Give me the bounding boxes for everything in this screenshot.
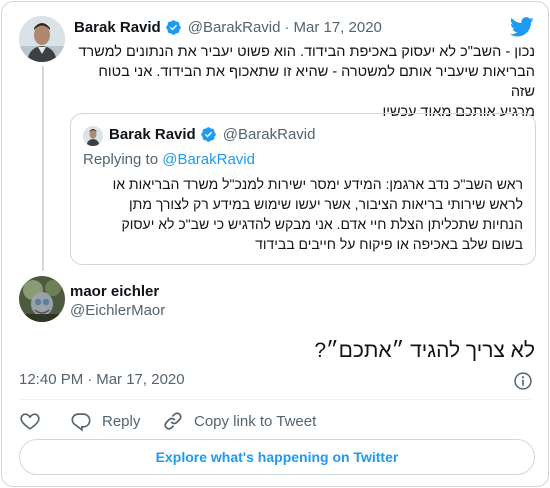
quoted-text-line: ראש השב"כ נדב ארגמן: המידע ימסר ישירות ל… (112, 176, 523, 192)
main-header: maor eichler @EichlerMaor (70, 283, 165, 321)
parent-date[interactable]: Mar 17, 2020 (293, 19, 381, 36)
main-timestamp[interactable]: 12:40 PM · Mar 17, 2020 (19, 371, 185, 388)
explore-label: Explore what's happening on Twitter (155, 449, 399, 465)
main-avatar-image (19, 276, 65, 322)
twitter-bird-icon[interactable] (510, 17, 534, 37)
quoted-tweet-text: ראש השב"כ נדב ארגמן: המידע ימסר ישירות ל… (83, 174, 523, 254)
copy-link-action[interactable]: Copy link to Tweet (162, 409, 316, 433)
quoted-display-name: Barak Ravid (109, 126, 196, 143)
quoted-text-line: הנחיות שתכליתן הצלת חיי אדם. אני מבקש לה… (121, 216, 523, 232)
parent-display-name[interactable]: Barak Ravid (74, 19, 161, 36)
main-time[interactable]: 12:40 PM (19, 371, 83, 388)
reply-label[interactable]: Reply (102, 413, 140, 430)
parent-separator: · (284, 19, 290, 36)
copy-link-label[interactable]: Copy link to Tweet (194, 413, 316, 430)
parent-header: Barak Ravid @BarakRavid · Mar 17, 2020 (74, 19, 382, 36)
quoted-tweet[interactable]: Barak Ravid @BarakRavid Replying to @Bar… (70, 113, 536, 265)
replying-to-prefix: Replying to (83, 151, 159, 168)
main-display-name[interactable]: maor eichler (70, 283, 165, 301)
reply-icon (71, 413, 91, 432)
quoted-text-line: בשום שלב באכיפה או פיקוח על חייבים בבידו… (255, 236, 523, 252)
link-icon (164, 412, 182, 430)
quoted-handle: @BarakRavid (222, 126, 316, 143)
verified-badge-icon (200, 127, 216, 142)
replying-to-handle[interactable]: @BarakRavid (162, 151, 255, 168)
quoted-avatar-image (83, 126, 103, 146)
main-date[interactable]: Mar 17, 2020 (96, 371, 184, 388)
main-handle[interactable]: @EichlerMaor (70, 301, 165, 321)
quoted-avatar (83, 126, 103, 146)
verified-badge-icon (165, 20, 181, 35)
main-avatar[interactable] (19, 276, 65, 322)
actions-divider (19, 399, 531, 400)
parent-tweet-text: נכון - השב"כ לא יעסוק באכיפת הבידוד. הוא… (72, 42, 535, 122)
main-separator: · (87, 371, 93, 388)
heart-icon[interactable] (19, 410, 41, 432)
main-tweet-text: לא צריך להגיד ״אתכם״? (314, 339, 535, 362)
parent-handle[interactable]: @BarakRavid (188, 19, 281, 36)
parent-text-line: נכון - השב"כ לא יעסוק באכיפת הבידוד. הוא… (78, 44, 535, 60)
tweet-embed-card: Barak Ravid @BarakRavid · Mar 17, 2020 נ… (1, 1, 549, 487)
parent-text-line: הבריאות שיעביר אותם למשטרה - שהיא זו שתא… (98, 64, 535, 100)
parent-avatar[interactable] (19, 16, 65, 62)
like-action[interactable] (19, 409, 41, 433)
info-icon[interactable] (513, 371, 533, 391)
explore-twitter-button[interactable]: Explore what's happening on Twitter (19, 439, 535, 475)
reply-action[interactable]: Reply (70, 409, 140, 433)
replying-to-line: Replying to @BarakRavid (83, 151, 255, 168)
parent-avatar-image (19, 16, 65, 62)
quoted-header: Barak Ravid @BarakRavid (109, 126, 315, 143)
quoted-text-line: לראש שירותי בריאות הציבור, אשר יעשו שימו… (129, 196, 523, 212)
thread-connector-line (42, 66, 44, 271)
